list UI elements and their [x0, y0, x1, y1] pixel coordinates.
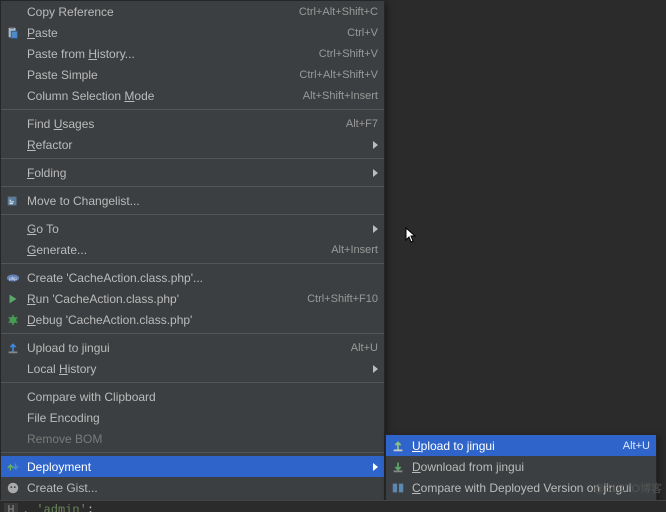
paste-icon [5, 25, 21, 41]
blank-icon [5, 242, 21, 258]
separator [1, 382, 384, 383]
menu-item-paste-history[interactable]: Paste from History... Ctrl+Shift+V [1, 43, 384, 64]
separator [1, 263, 384, 264]
label: Go To [27, 222, 59, 236]
menu-item-goto[interactable]: Go To [1, 218, 384, 239]
shortcut: Alt+Insert [331, 244, 378, 256]
blank-icon [5, 88, 21, 104]
submenu-item-download[interactable]: Download from jingui [386, 456, 656, 477]
separator [1, 186, 384, 187]
menu-item-generate[interactable]: Generate... Alt+Insert [1, 239, 384, 260]
label: Debug 'CacheAction.class.php' [27, 313, 192, 327]
compare-icon [390, 480, 406, 496]
menu-item-create[interactable]: php Create 'CacheAction.class.php'... [1, 267, 384, 288]
menu-item-debug[interactable]: Debug 'CacheAction.class.php' [1, 309, 384, 330]
shortcut: Alt+Shift+Insert [303, 90, 378, 102]
upload-icon [390, 438, 406, 454]
label: Compare with Clipboard [27, 390, 156, 404]
shortcut: Ctrl+Alt+Shift+V [299, 69, 378, 81]
label: Find Usages [27, 117, 94, 131]
blank-icon [5, 4, 21, 20]
menu-item-move-changelist[interactable]: Move to Changelist... [1, 190, 384, 211]
menu-item-paste-simple[interactable]: Paste Simple Ctrl+Alt+Shift+V [1, 64, 384, 85]
blank-icon [5, 137, 21, 153]
editor-line: H . 'admin'; [0, 500, 666, 512]
label: Upload to jingui [27, 341, 110, 355]
separator [1, 109, 384, 110]
shortcut: Ctrl+Alt+Shift+C [299, 6, 378, 18]
label: Deployment [27, 460, 91, 474]
label: Folding [27, 166, 66, 180]
debug-icon [5, 312, 21, 328]
label: Download from jingui [412, 460, 524, 474]
separator [1, 452, 384, 453]
menu-item-local-history[interactable]: Local History [1, 358, 384, 379]
shortcut: Alt+F7 [346, 118, 378, 130]
submenu-arrow-icon [373, 463, 378, 471]
download-icon [390, 459, 406, 475]
label: Paste Simple [27, 68, 98, 82]
label: Copy Reference [27, 5, 114, 19]
menu-item-upload[interactable]: Upload to jingui Alt+U [1, 337, 384, 358]
shortcut: Ctrl+Shift+V [319, 48, 378, 60]
run-icon [5, 291, 21, 307]
menu-item-run[interactable]: Run 'CacheAction.class.php' Ctrl+Shift+F… [1, 288, 384, 309]
php-icon: php [5, 270, 21, 286]
label: Paste from History... [27, 47, 135, 61]
gutter: H [4, 503, 18, 512]
blank-icon [5, 46, 21, 62]
submenu-arrow-icon [373, 365, 378, 373]
menu-item-deployment[interactable]: Deployment [1, 456, 384, 477]
label: Local History [27, 362, 96, 376]
blank-icon [5, 389, 21, 405]
changelist-icon [5, 193, 21, 209]
label: Paste [27, 26, 58, 40]
submenu-arrow-icon [373, 225, 378, 233]
menu-item-folding[interactable]: Folding [1, 162, 384, 183]
blank-icon [5, 410, 21, 426]
label: Remove BOM [27, 432, 102, 446]
submenu-arrow-icon [373, 141, 378, 149]
context-menu: Copy Reference Ctrl+Alt+Shift+C Paste Ct… [0, 0, 385, 512]
svg-text:php: php [9, 275, 17, 280]
deployment-icon [5, 459, 21, 475]
upload-icon [5, 340, 21, 356]
submenu-item-upload[interactable]: Upload to jingui Alt+U [386, 435, 656, 456]
shortcut: Ctrl+V [347, 27, 378, 39]
separator [1, 158, 384, 159]
label: Column Selection Mode [27, 89, 154, 103]
blank-icon [5, 221, 21, 237]
shortcut: Ctrl+Shift+F10 [307, 293, 378, 305]
shortcut: Alt+U [623, 440, 650, 452]
shortcut: Alt+U [351, 342, 378, 354]
blank-icon [5, 431, 21, 447]
menu-item-remove-bom: Remove BOM [1, 428, 384, 449]
label: Create 'CacheAction.class.php'... [27, 271, 203, 285]
menu-item-find-usages[interactable]: Find Usages Alt+F7 [1, 113, 384, 134]
menu-item-create-gist[interactable]: Create Gist... [1, 477, 384, 498]
blank-icon [5, 116, 21, 132]
menu-item-compare-clipboard[interactable]: Compare with Clipboard [1, 386, 384, 407]
blank-icon [5, 67, 21, 83]
blank-icon [5, 361, 21, 377]
watermark: @51CTO博客 [594, 480, 662, 496]
menu-item-file-encoding[interactable]: File Encoding [1, 407, 384, 428]
menu-item-column-selection[interactable]: Column Selection Mode Alt+Shift+Insert [1, 85, 384, 106]
label: File Encoding [27, 411, 100, 425]
github-icon [5, 480, 21, 496]
label: Upload to jingui [412, 439, 495, 453]
label: Refactor [27, 138, 72, 152]
label: Create Gist... [27, 481, 98, 495]
blank-icon [5, 165, 21, 181]
label: Move to Changelist... [27, 194, 140, 208]
menu-item-copy-reference[interactable]: Copy Reference Ctrl+Alt+Shift+C [1, 1, 384, 22]
menu-item-refactor[interactable]: Refactor [1, 134, 384, 155]
mouse-cursor-icon [405, 227, 417, 245]
label: Run 'CacheAction.class.php' [27, 292, 179, 306]
menu-item-paste[interactable]: Paste Ctrl+V [1, 22, 384, 43]
submenu-arrow-icon [373, 169, 378, 177]
separator [1, 214, 384, 215]
separator [1, 333, 384, 334]
label: Generate... [27, 243, 87, 257]
